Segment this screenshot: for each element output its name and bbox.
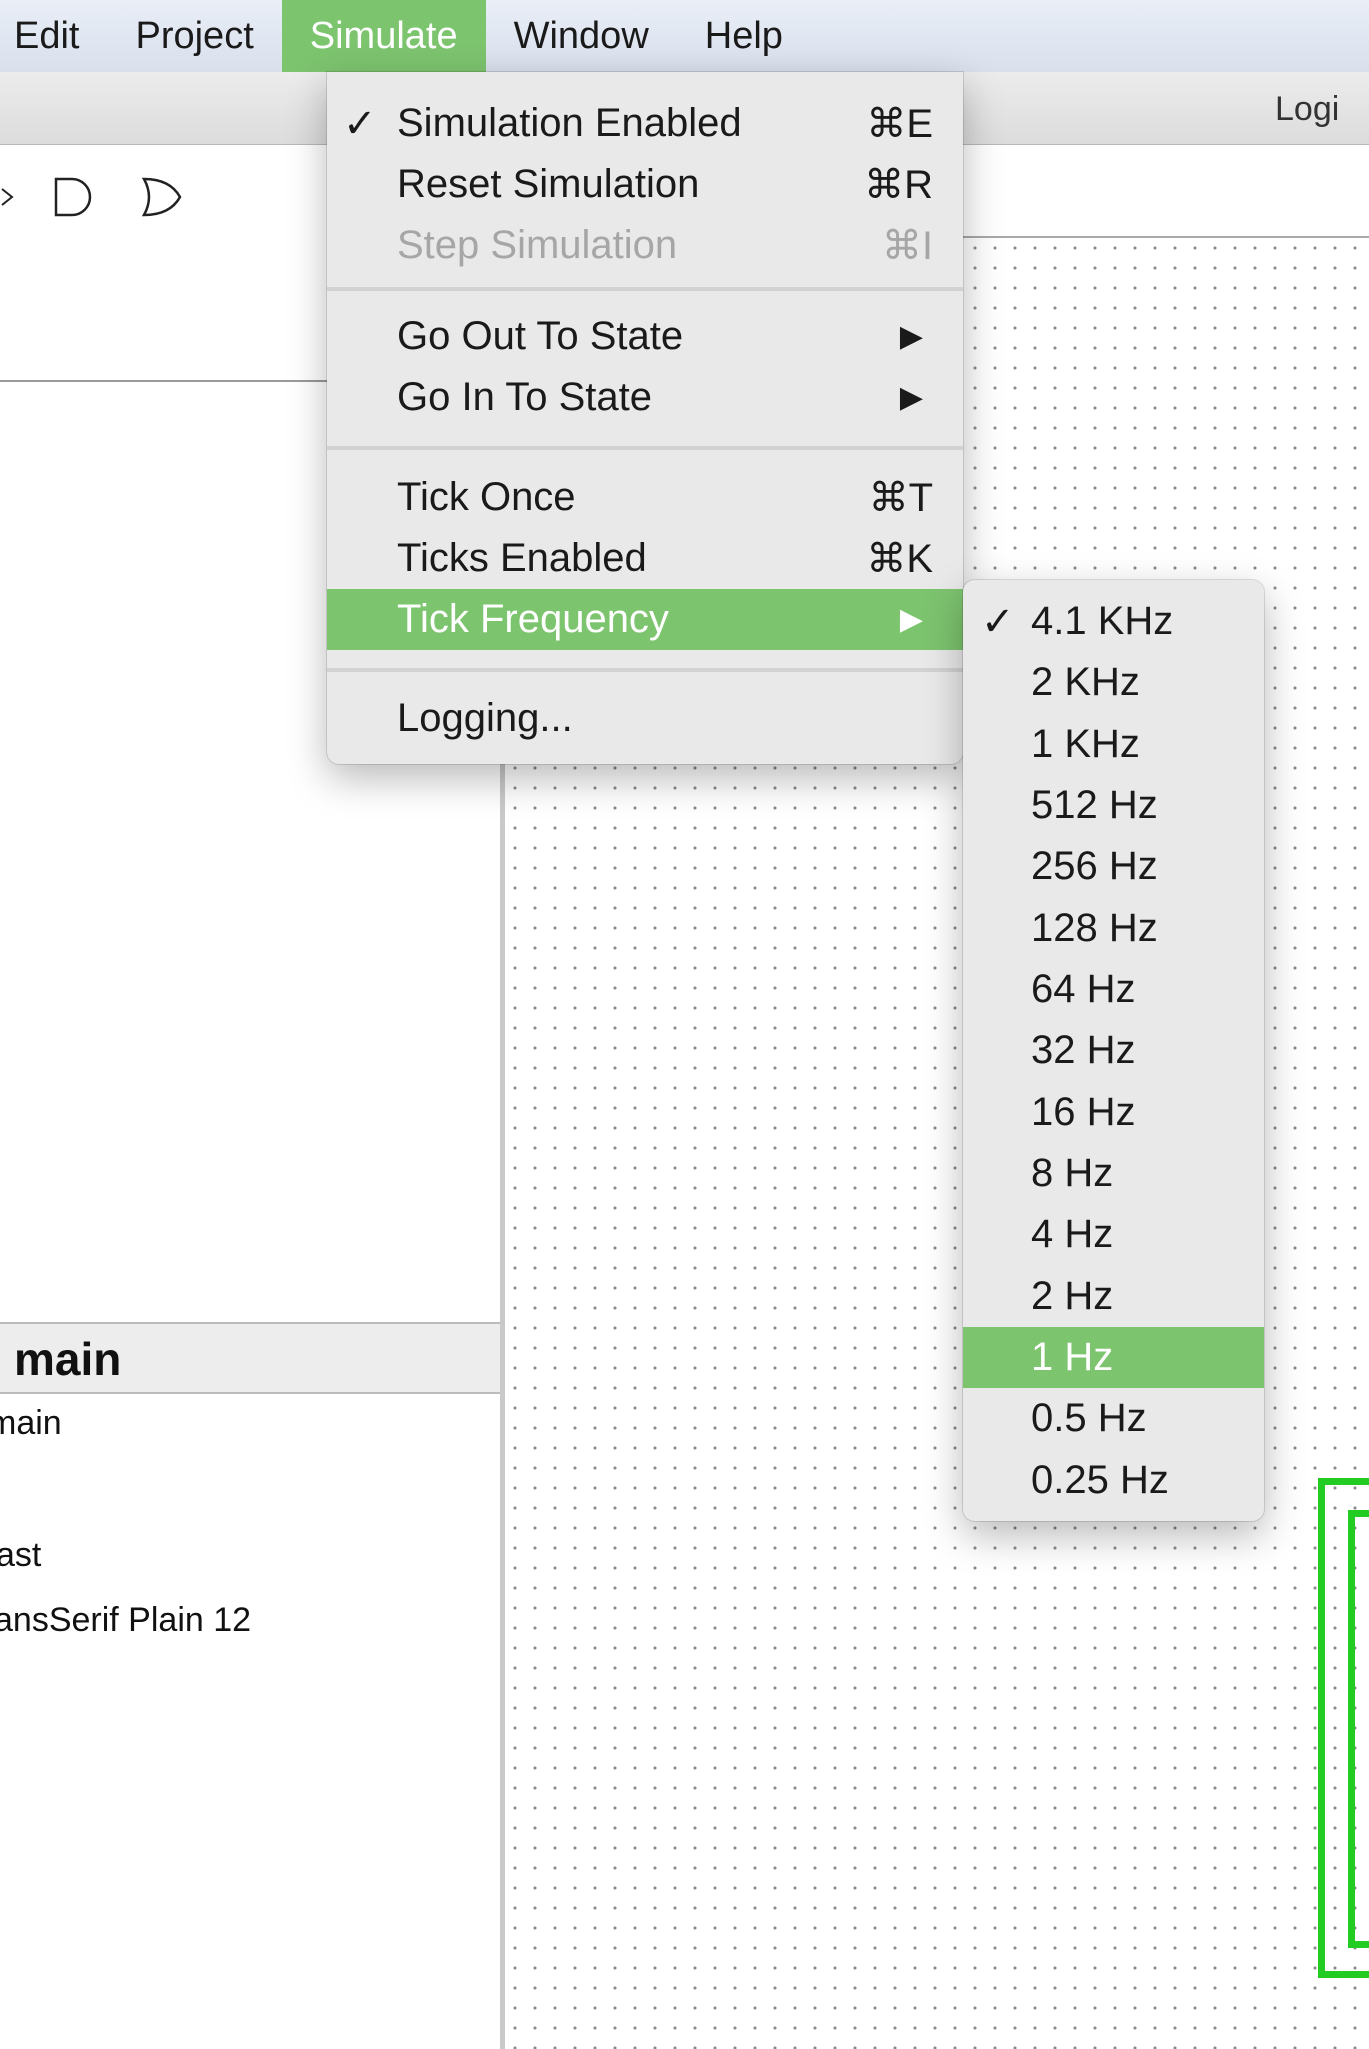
menu-item-logging[interactable]: Logging... — [327, 688, 963, 749]
menu-item-label: Reset Simulation — [397, 162, 700, 206]
freq-item-0-25-hz[interactable]: 0.25 Hz — [963, 1450, 1264, 1511]
menu-item-label: Tick Frequency — [397, 597, 669, 641]
menu-item-step-simulation: Step Simulation ⌘I — [327, 215, 963, 276]
attribute-table-title: main — [14, 1333, 122, 1385]
menu-edit[interactable]: Edit — [0, 0, 107, 72]
freq-item-1-hz[interactable]: 1 Hz — [963, 1327, 1264, 1388]
menu-item-label: 16 Hz — [1031, 1090, 1136, 1134]
menu-bar: Edit Project Simulate Window Help — [0, 0, 1369, 72]
menu-item-label: 2 KHz — [1031, 660, 1140, 704]
submenu-arrow-icon: ▶ — [899, 381, 923, 414]
menu-item-go-in-to-state[interactable]: Go In To State ▶ — [327, 367, 963, 428]
menu-item-label: 0.5 Hz — [1031, 1396, 1147, 1440]
menu-item-label: 256 Hz — [1031, 844, 1158, 888]
submenu-arrow-icon: ▶ — [899, 320, 923, 353]
and-gate-icon[interactable] — [52, 175, 96, 219]
menu-item-shortcut: ⌘K — [866, 536, 933, 581]
freq-item-64-hz[interactable]: 64 Hz — [963, 959, 1264, 1020]
freq-item-1-khz[interactable]: 1 KHz — [963, 714, 1264, 775]
menu-item-simulation-enabled[interactable]: ✓ Simulation Enabled ⌘E — [327, 93, 963, 154]
freq-item-4-1-khz[interactable]: ✓ 4.1 KHz — [963, 591, 1264, 652]
menu-item-label: Go Out To State — [397, 314, 684, 358]
menu-item-label: 1 Hz — [1031, 1335, 1114, 1379]
menu-item-shortcut: ⌘I — [881, 223, 933, 268]
menu-simulate[interactable]: Simulate — [281, 0, 486, 72]
freq-item-32-hz[interactable]: 32 Hz — [963, 1020, 1264, 1081]
simulate-menu: ✓ Simulation Enabled ⌘E Reset Simulation… — [327, 72, 963, 764]
menu-item-ticks-enabled[interactable]: Ticks Enabled ⌘K — [327, 528, 963, 589]
attribute-value-facing[interactable]: ast — [0, 1536, 41, 1575]
menu-item-label: 4 Hz — [1031, 1212, 1114, 1256]
menu-window[interactable]: Window — [486, 0, 677, 72]
menu-separator — [327, 446, 963, 450]
menu-project[interactable]: Project — [107, 0, 281, 72]
menu-help[interactable]: Help — [677, 0, 811, 72]
menu-item-label: 64 Hz — [1031, 967, 1136, 1011]
freq-item-2-hz[interactable]: 2 Hz — [963, 1266, 1264, 1327]
menu-item-label: Tick Once — [397, 475, 576, 519]
circuit-component-inner[interactable] — [1348, 1510, 1369, 1948]
menu-item-label: 8 Hz — [1031, 1151, 1114, 1195]
buffer-icon[interactable] — [0, 175, 22, 219]
menu-item-shortcut: ⌘E — [866, 101, 933, 146]
check-icon: ✓ — [343, 101, 377, 146]
menu-item-label: Ticks Enabled — [397, 536, 647, 580]
menu-item-label: 2 Hz — [1031, 1274, 1114, 1318]
freq-item-0-5-hz[interactable]: 0.5 Hz — [963, 1388, 1264, 1449]
check-icon: ✓ — [981, 599, 1015, 644]
menu-item-shortcut: ⌘R — [864, 162, 933, 207]
tick-frequency-submenu: ✓ 4.1 KHz 2 KHz 1 KHz 512 Hz 256 Hz 128 … — [963, 580, 1264, 1521]
freq-item-256-hz[interactable]: 256 Hz — [963, 836, 1264, 897]
attribute-table-header: main — [0, 1322, 500, 1394]
menu-separator — [327, 668, 963, 672]
menu-item-label: Simulation Enabled — [397, 101, 742, 145]
menu-item-tick-once[interactable]: Tick Once ⌘T — [327, 467, 963, 528]
freq-item-4-hz[interactable]: 4 Hz — [963, 1204, 1264, 1265]
menu-item-label: 4.1 KHz — [1031, 599, 1174, 643]
freq-item-2-khz[interactable]: 2 KHz — [963, 652, 1264, 713]
menu-item-label: 0.25 Hz — [1031, 1458, 1169, 1502]
freq-item-8-hz[interactable]: 8 Hz — [963, 1143, 1264, 1204]
menu-item-tick-frequency[interactable]: Tick Frequency ▶ — [327, 589, 963, 650]
menu-item-reset-simulation[interactable]: Reset Simulation ⌘R — [327, 154, 963, 215]
menu-item-label: 32 Hz — [1031, 1028, 1136, 1072]
window-title: Logi — [1275, 90, 1340, 128]
menu-item-label: 512 Hz — [1031, 783, 1158, 827]
or-gate-icon[interactable] — [140, 175, 184, 219]
menu-item-label: Go In To State — [397, 375, 652, 419]
menu-item-label: Logging... — [397, 696, 573, 740]
attribute-value-name[interactable]: main — [0, 1404, 62, 1443]
menu-separator — [327, 287, 963, 291]
submenu-arrow-icon: ▶ — [899, 603, 923, 636]
menu-item-go-out-to-state[interactable]: Go Out To State ▶ — [327, 306, 963, 367]
freq-item-512-hz[interactable]: 512 Hz — [963, 775, 1264, 836]
menu-item-label: 1 KHz — [1031, 722, 1140, 766]
menu-item-shortcut: ⌘T — [868, 475, 933, 520]
freq-item-128-hz[interactable]: 128 Hz — [963, 898, 1264, 959]
menu-item-label: 128 Hz — [1031, 906, 1158, 950]
menu-item-label: Step Simulation — [397, 223, 678, 267]
attribute-value-font[interactable]: ansSerif Plain 12 — [0, 1601, 251, 1640]
freq-item-16-hz[interactable]: 16 Hz — [963, 1082, 1264, 1143]
